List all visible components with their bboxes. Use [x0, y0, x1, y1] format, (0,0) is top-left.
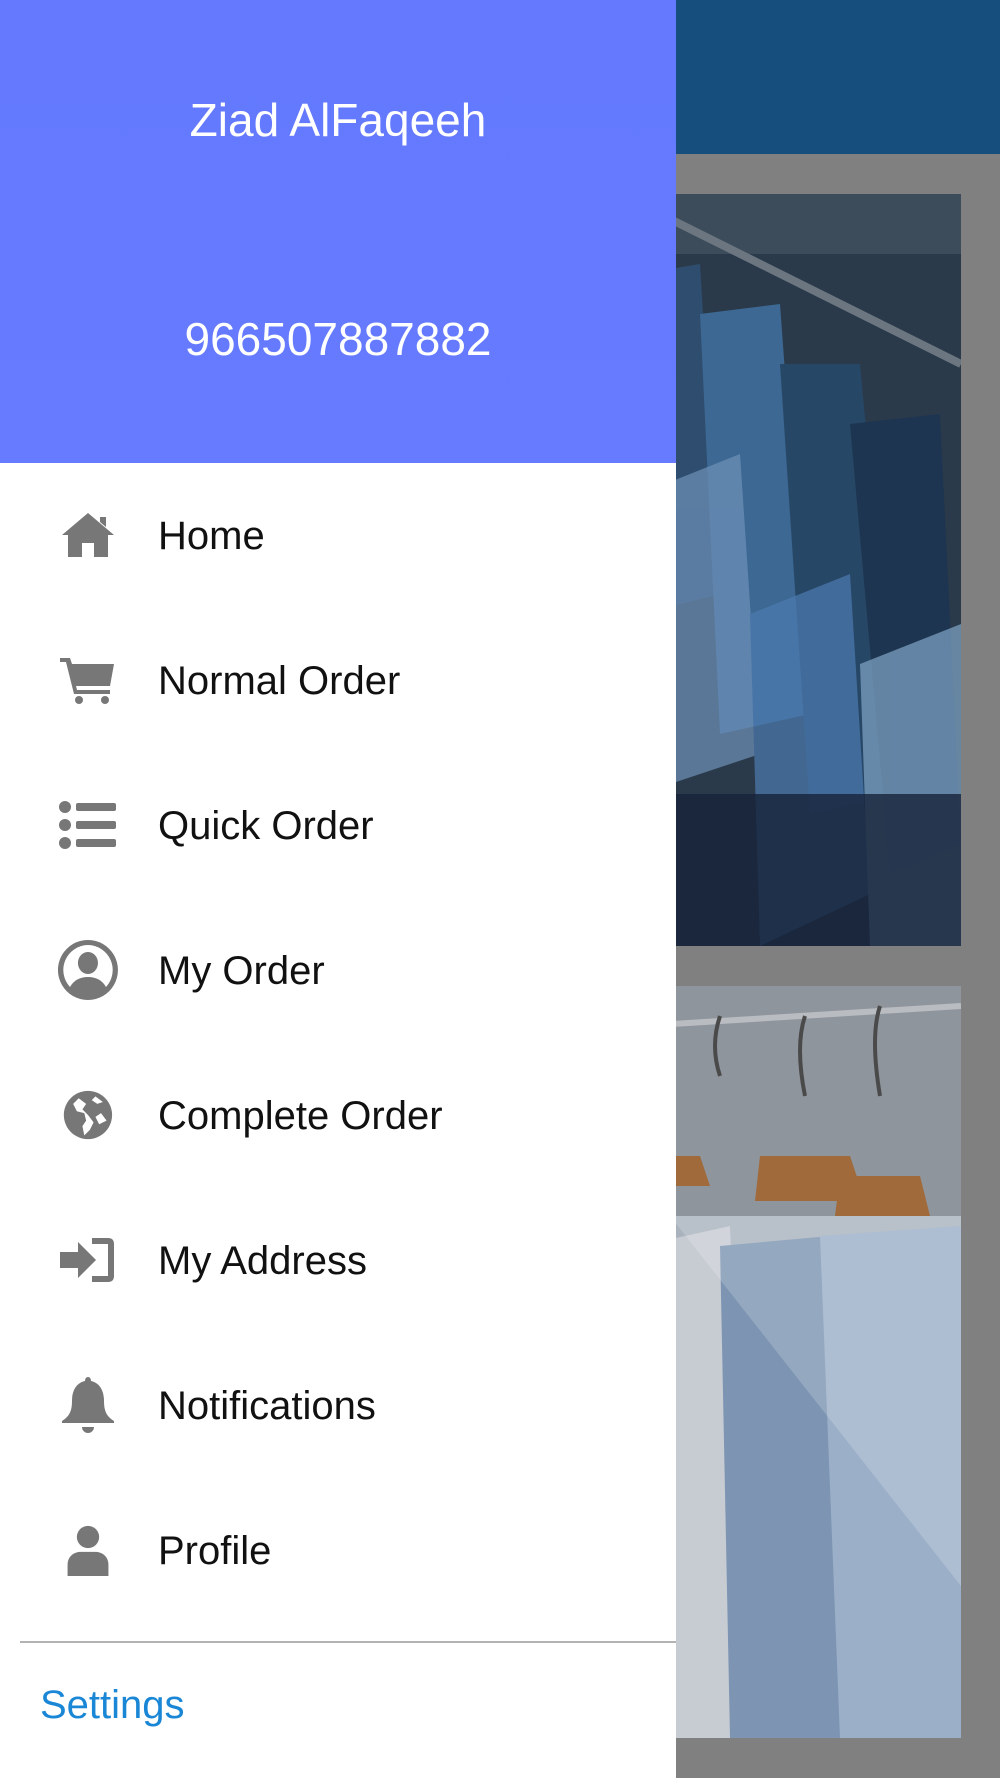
user-phone-number: 966507887882	[184, 313, 492, 365]
menu-item-my-address[interactable]: My Address	[0, 1188, 676, 1333]
settings-link[interactable]: Settings	[40, 1680, 185, 1730]
menu-item-label: Quick Order	[158, 804, 374, 848]
user-circle-icon	[55, 940, 121, 1000]
cart-icon	[55, 654, 121, 706]
menu-item-label: Profile	[158, 1529, 272, 1573]
home-icon	[55, 509, 121, 561]
menu-item-home[interactable]: Home	[0, 463, 676, 608]
shirts-on-hangers-image	[640, 194, 961, 946]
menu-item-my-order[interactable]: My Order	[0, 898, 676, 1043]
menu-item-label: Complete Order	[158, 1094, 443, 1138]
user-name: Ziad AlFaqeeh	[189, 94, 487, 146]
menu-item-label: My Order	[158, 949, 325, 993]
menu-item-normal-order[interactable]: Normal Order	[0, 608, 676, 753]
garments-in-dry-cleaning-bags-image	[640, 986, 961, 1738]
list-icon	[55, 799, 121, 851]
navigation-drawer: Ziad AlFaqeeh 966507887882 Home Normal O…	[0, 0, 676, 1778]
menu-item-label: Home	[158, 514, 265, 558]
globe-icon	[55, 1089, 121, 1141]
user-icon	[55, 1524, 121, 1576]
menu-item-notifications[interactable]: Notifications	[0, 1333, 676, 1478]
sign-in-icon	[55, 1234, 121, 1286]
drawer-menu: Home Normal Order Quick Order My Order C…	[0, 463, 676, 1623]
menu-item-complete-order[interactable]: Complete Order	[0, 1043, 676, 1188]
menu-item-label: My Address	[158, 1239, 367, 1283]
menu-item-quick-order[interactable]: Quick Order	[0, 753, 676, 898]
drawer-divider	[20, 1641, 676, 1643]
menu-item-profile[interactable]: Profile	[0, 1478, 676, 1623]
menu-item-label: Notifications	[158, 1384, 376, 1428]
drawer-header: Ziad AlFaqeeh 966507887882	[0, 0, 676, 463]
menu-item-label: Normal Order	[158, 659, 401, 703]
bell-icon	[55, 1377, 121, 1433]
